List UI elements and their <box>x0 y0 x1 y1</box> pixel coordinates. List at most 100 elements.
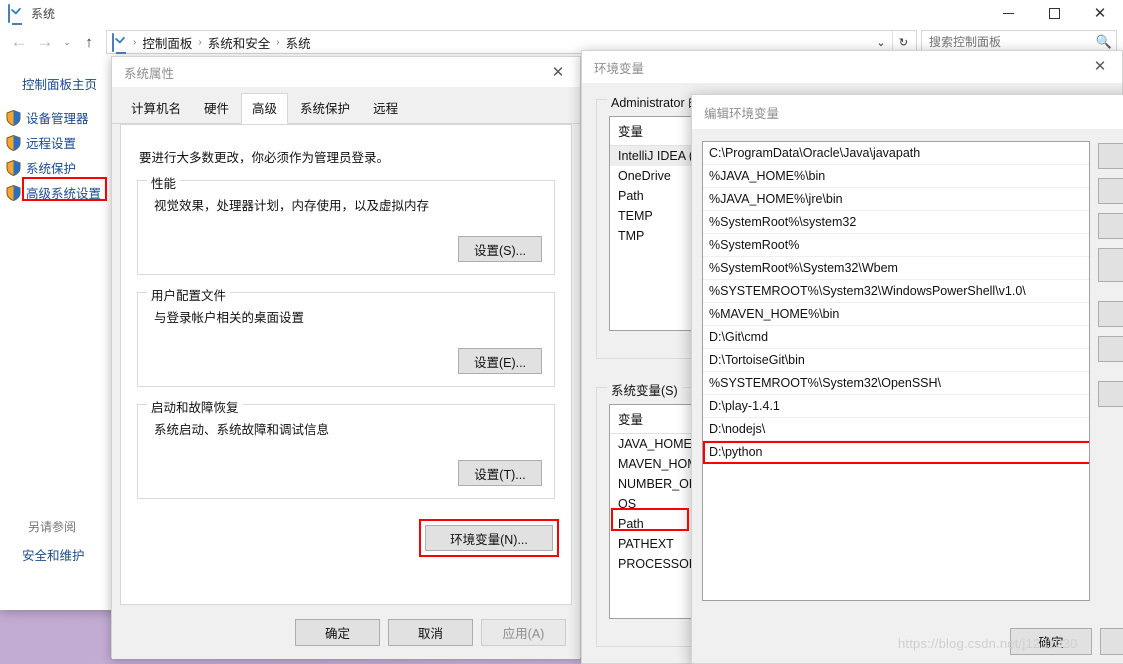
sidebar-item-device-manager[interactable]: 设备管理器 <box>0 105 110 130</box>
edit-text-button[interactable] <box>1098 381 1123 407</box>
edit-environment-variable-title: 编辑环境变量 <box>704 106 780 121</box>
system-properties-body: 计算机名 硬件 高级 系统保护 远程 要进行大多数更改，你必须作为管理员登录。 … <box>112 87 580 659</box>
startup-recovery-settings-button[interactable]: 设置(T)... <box>458 460 542 486</box>
user-profiles-group-legend: 用户配置文件 <box>147 285 231 304</box>
sidebar-item-system-protection[interactable]: 系统保护 <box>0 155 110 180</box>
ok-button[interactable]: 确定 <box>295 618 380 646</box>
sidebar-item-home[interactable]: 控制面板主页 <box>0 74 110 105</box>
list-item[interactable]: D:\play-1.4.1 <box>703 395 1089 418</box>
window-titlebar: 系统 ✕ <box>0 0 1123 26</box>
list-item[interactable]: D:\TortoiseGit\bin <box>703 349 1089 372</box>
breadcrumb-item-control-panel[interactable]: 控制面板 <box>137 33 197 52</box>
environment-variables-button[interactable]: 环境变量(N)... <box>425 525 553 551</box>
user-profiles-description: 与登录帐户相关的桌面设置 <box>154 311 305 325</box>
screen-root: 系统 ✕ ← → ⌄ ↑ › 控制面板 › 系统和安全 › 系统 ⌄ ↻ 搜索控… <box>0 0 1123 664</box>
performance-group-legend: 性能 <box>147 173 181 192</box>
see-also-section: 另请参阅 安全和维护 <box>0 518 110 564</box>
startup-recovery-description: 系统启动、系统故障和调试信息 <box>154 423 330 437</box>
browse-button[interactable] <box>1098 213 1123 239</box>
window-controls: ✕ <box>985 0 1123 26</box>
edit-environment-variable-body: C:\ProgramData\Oracle\Java\javapath %JAV… <box>692 129 1123 664</box>
user-profiles-settings-button[interactable]: 设置(E)... <box>458 348 542 374</box>
breadcrumb-monitor-icon <box>112 33 128 52</box>
forward-button[interactable]: → <box>32 29 58 55</box>
tab-advanced[interactable]: 高级 <box>241 93 289 124</box>
shield-icon <box>6 159 21 176</box>
list-item[interactable]: %JAVA_HOME%\bin <box>703 165 1089 188</box>
close-icon[interactable]: ✕ <box>1078 51 1122 81</box>
cancel-button[interactable]: 取消 <box>388 618 473 646</box>
maximize-icon <box>1048 7 1060 19</box>
startup-recovery-group-legend: 启动和故障恢复 <box>147 397 243 416</box>
performance-button-row: 设置(S)... <box>150 236 542 262</box>
back-button[interactable]: ← <box>6 29 32 55</box>
window-title: 系统 <box>31 6 56 21</box>
system-properties-titlebar: 系统属性 ✕ <box>112 57 580 87</box>
search-icon: 🔍 <box>1095 34 1112 49</box>
list-item[interactable]: %SystemRoot%\system32 <box>703 211 1089 234</box>
monitor-icon <box>8 4 24 23</box>
admin-note: 要进行大多数更改，你必须作为管理员登录。 <box>139 151 390 165</box>
startup-recovery-group: 启动和故障恢复 系统启动、系统故障和调试信息 设置(T)... <box>137 397 555 499</box>
edit-side-buttons <box>1090 141 1123 664</box>
edit-button[interactable] <box>1098 178 1123 204</box>
shield-icon <box>6 134 21 151</box>
performance-description: 视觉效果，处理器计划，内存使用，以及虚拟内存 <box>154 199 430 213</box>
close-button[interactable]: ✕ <box>1077 0 1123 26</box>
sidebar-item-label: 高级系统设置 <box>26 187 102 201</box>
advanced-tab-panel: 要进行大多数更改，你必须作为管理员登录。 性能 视觉效果，处理器计划，内存使用，… <box>120 124 572 605</box>
sidebar-item-label: 系统保护 <box>26 162 77 176</box>
startup-recovery-button-row: 设置(T)... <box>150 460 542 486</box>
recent-locations-button[interactable]: ⌄ <box>58 29 76 55</box>
edit-environment-variable-dialog: 编辑环境变量 C:\ProgramData\Oracle\Java\javapa… <box>691 94 1123 664</box>
tab-computer-name[interactable]: 计算机名 <box>120 93 193 123</box>
shield-icon <box>6 109 21 126</box>
sidebar-item-advanced-system-settings[interactable]: 高级系统设置 <box>0 177 110 205</box>
edit-cancel-button[interactable] <box>1100 628 1123 655</box>
see-also-link-security-maintenance[interactable]: 安全和维护 <box>0 545 110 564</box>
tab-system-protection[interactable]: 系统保护 <box>289 93 362 123</box>
system-variables-legend: 系统变量(S) <box>607 380 682 399</box>
new-button[interactable] <box>1098 143 1123 169</box>
breadcrumb-item-system-security[interactable]: 系统和安全 <box>203 33 276 52</box>
environment-variables-title: 环境变量 <box>594 61 645 76</box>
list-item[interactable]: D:\Git\cmd <box>703 326 1089 349</box>
move-up-button[interactable] <box>1098 301 1123 327</box>
apply-button: 应用(A) <box>481 618 566 646</box>
move-down-button[interactable] <box>1098 336 1123 362</box>
watermark: https://blog.csdn.net/j1231230 <box>898 636 1078 651</box>
sidebar-item-remote-settings[interactable]: 远程设置 <box>0 130 110 155</box>
list-item[interactable]: D:\nodejs\ <box>703 418 1089 441</box>
up-button[interactable]: ↑ <box>76 29 102 55</box>
performance-group: 性能 视觉效果，处理器计划，内存使用，以及虚拟内存 设置(S)... <box>137 173 555 275</box>
search-input[interactable] <box>929 35 1096 49</box>
list-item[interactable]: %SystemRoot% <box>703 234 1089 257</box>
close-icon[interactable]: ✕ <box>536 57 580 87</box>
sidebar: 控制面板主页 设备管理器 远程设置 系统保护 高级系统设置 另请参阅 安全和维护 <box>0 58 110 610</box>
close-icon: ✕ <box>1093 4 1107 22</box>
minimize-button[interactable] <box>985 0 1031 26</box>
performance-settings-button[interactable]: 设置(S)... <box>458 236 542 262</box>
list-item[interactable]: %JAVA_HOME%\jre\bin <box>703 188 1089 211</box>
environment-variables-button-wrapper: 环境变量(N)... <box>419 519 559 557</box>
list-item[interactable]: %SYSTEMROOT%\System32\WindowsPowerShell\… <box>703 280 1089 303</box>
see-also-title: 另请参阅 <box>28 520 77 534</box>
list-item[interactable]: %SystemRoot%\System32\Wbem <box>703 257 1089 280</box>
system-properties-footer: 确定 取消 应用(A) <box>112 605 580 659</box>
user-profiles-button-row: 设置(E)... <box>150 348 542 374</box>
list-item[interactable]: C:\ProgramData\Oracle\Java\javapath <box>703 142 1089 165</box>
list-item[interactable]: %MAVEN_HOME%\bin <box>703 303 1089 326</box>
minimize-icon <box>1002 12 1014 14</box>
tab-hardware[interactable]: 硬件 <box>193 93 241 123</box>
path-entries-list[interactable]: C:\ProgramData\Oracle\Java\javapath %JAV… <box>702 141 1090 601</box>
list-item[interactable]: %SYSTEMROOT%\System32\OpenSSH\ <box>703 372 1089 395</box>
shield-icon <box>6 184 21 201</box>
system-properties-title: 系统属性 <box>124 66 175 81</box>
user-variables-legend: Administrator 的 <box>607 92 705 111</box>
delete-button[interactable] <box>1098 248 1123 282</box>
tab-remote[interactable]: 远程 <box>362 93 410 123</box>
breadcrumb-item-system[interactable]: 系统 <box>281 33 316 52</box>
sidebar-item-label: 远程设置 <box>26 137 77 151</box>
list-item[interactable]: D:\python <box>703 441 1089 464</box>
maximize-button[interactable] <box>1031 0 1077 26</box>
